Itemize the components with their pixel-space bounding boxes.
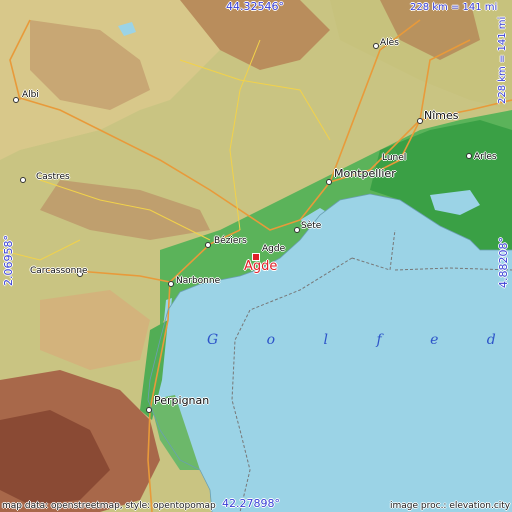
arles-marker (466, 153, 472, 159)
map-credit-right: image proc.: elevation.city (390, 501, 511, 511)
place-arles[interactable]: Arles (474, 152, 497, 162)
place-perpignan[interactable]: Perpignan (154, 394, 209, 407)
narbonne-marker (168, 281, 174, 287)
coord-top-label: 44.32546° (226, 0, 284, 13)
place-nimes[interactable]: Nîmes (424, 109, 459, 122)
place-castres[interactable]: Castres (36, 172, 70, 182)
place-lunel[interactable]: Lunel (382, 153, 406, 163)
place-beziers[interactable]: Béziers (214, 236, 247, 246)
castres-marker (20, 177, 26, 183)
sete-marker (294, 227, 300, 233)
place-carcassonne[interactable]: Carcassonne (30, 266, 88, 276)
beziers-marker (205, 242, 211, 248)
topographic-map[interactable]: 44.32546° 228 km = 141 mi 2.06958° 4.882… (0, 0, 512, 512)
albi-marker (13, 97, 19, 103)
coord-left-label: 2.06958° (2, 235, 15, 286)
montpellier-marker (326, 179, 332, 185)
gulf-label: G o l f e d u L (207, 332, 512, 348)
coord-right-label: 4.88208° (497, 237, 510, 288)
place-agde-small[interactable]: Agde (262, 244, 285, 254)
nimes-marker (417, 118, 423, 124)
map-credit-left: map data: openstreetmap, style: opentopo… (2, 501, 216, 511)
target-city-agde[interactable]: Agde (244, 259, 277, 274)
place-sete[interactable]: Sète (301, 221, 321, 231)
place-ales[interactable]: Alès (380, 38, 399, 48)
coord-bottom-label: 42.27898° (222, 497, 280, 510)
place-montpellier[interactable]: Montpellier (334, 167, 396, 180)
ales-marker (373, 43, 379, 49)
scale-top-label: 228 km = 141 mi (410, 2, 498, 13)
scale-right-label: 228 km = 141 mi (497, 16, 508, 104)
perpignan-marker (146, 407, 152, 413)
place-narbonne[interactable]: Narbonne (176, 276, 220, 286)
place-albi[interactable]: Albi (22, 90, 39, 100)
